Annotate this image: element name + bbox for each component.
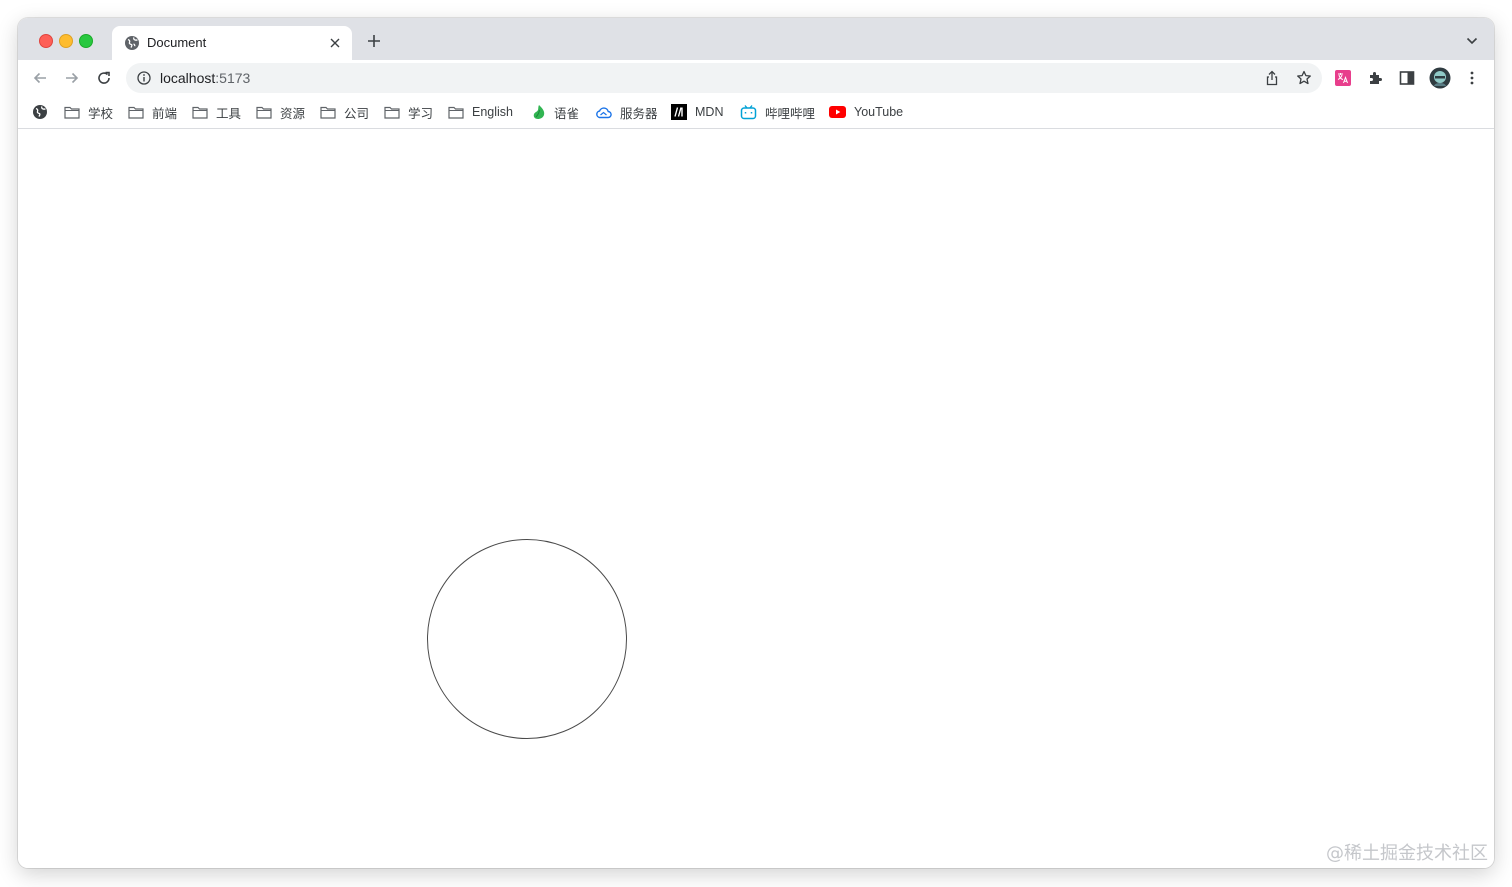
bookmark-folder-resources[interactable]: 资源	[256, 103, 305, 121]
folder-icon	[128, 106, 144, 119]
bookmark-label: 学习	[408, 106, 434, 121]
bookmark-label: MDN	[695, 105, 724, 119]
globe-icon[interactable]	[32, 104, 48, 120]
bookmark-label: 前端	[152, 106, 178, 121]
tab-strip: Document	[18, 18, 1494, 60]
close-window-button[interactable]	[39, 34, 53, 48]
close-tab-icon[interactable]	[326, 34, 344, 52]
bilibili-icon	[740, 105, 757, 120]
side-panel-icon[interactable]	[1398, 69, 1416, 87]
bookmark-label: 语雀	[554, 106, 580, 121]
bookmarks-bar: 学校 前端 工具 资源 公司 学习 English 语雀 服务器 MDN 哔哩哔…	[18, 96, 1494, 129]
circle-shape	[427, 539, 627, 739]
bookmark-label: 服务器	[620, 106, 658, 121]
extensions-puzzle-icon[interactable]	[1366, 69, 1384, 87]
bookmark-label: 公司	[344, 106, 370, 121]
bookmark-folder-study[interactable]: 学习	[384, 103, 433, 121]
bookmark-folder-tools[interactable]: 工具	[192, 103, 241, 121]
url-port: :5173	[215, 70, 251, 86]
tab-title: Document	[147, 35, 207, 50]
bookmark-label: 学校	[88, 106, 114, 121]
folder-icon	[448, 106, 464, 119]
yuque-icon	[533, 105, 545, 119]
bookmark-folder-english[interactable]: English	[448, 103, 513, 121]
globe-icon	[125, 36, 139, 50]
folder-icon	[192, 106, 208, 119]
translate-extension-icon[interactable]	[1334, 69, 1352, 87]
share-icon[interactable]	[1264, 70, 1280, 86]
youtube-icon	[829, 106, 846, 118]
folder-icon	[64, 106, 80, 119]
bookmark-bilibili[interactable]: 哔哩哔哩	[740, 103, 815, 121]
bookmark-youtube[interactable]: YouTube	[829, 103, 903, 121]
bookmark-star-icon[interactable]	[1296, 70, 1312, 86]
bookmark-yuque[interactable]: 语雀	[532, 103, 579, 121]
address-bar[interactable]: localhost:5173	[126, 63, 1322, 93]
more-menu-icon[interactable]	[1463, 69, 1481, 87]
site-info-icon[interactable]	[137, 71, 151, 85]
bookmark-label: 资源	[280, 106, 306, 121]
minimize-window-button[interactable]	[59, 34, 73, 48]
browser-window: Document localhost:5173 学校 前端 工具 资源 公司 学…	[18, 18, 1494, 868]
bookmark-server[interactable]: 服务器	[595, 103, 658, 121]
zoom-window-button[interactable]	[79, 34, 93, 48]
back-arrow-icon[interactable]	[31, 69, 49, 87]
page-content	[18, 129, 1494, 868]
bookmark-folder-company[interactable]: 公司	[320, 103, 369, 121]
url-host: localhost	[160, 70, 216, 86]
forward-arrow-icon[interactable]	[63, 69, 81, 87]
toolbar: localhost:5173	[18, 60, 1494, 96]
bookmark-label: 哔哩哔哩	[765, 106, 816, 121]
folder-icon	[256, 106, 272, 119]
bookmark-label: YouTube	[854, 105, 904, 119]
profile-avatar[interactable]	[1429, 67, 1451, 89]
bookmark-folder-frontend[interactable]: 前端	[128, 103, 177, 121]
bookmark-mdn[interactable]: MDN	[671, 103, 723, 121]
bookmark-folder-school[interactable]: 学校	[64, 103, 113, 121]
chevron-down-icon[interactable]	[1466, 36, 1478, 46]
reload-icon[interactable]	[95, 69, 113, 87]
cloud-icon	[596, 106, 612, 118]
tab-document[interactable]: Document	[112, 26, 352, 60]
folder-icon	[320, 106, 336, 119]
folder-icon	[384, 106, 400, 119]
url-text[interactable]: localhost:5173	[160, 70, 250, 86]
mdn-icon	[671, 104, 687, 120]
watermark-text: @稀土掘金技术社区	[1326, 843, 1488, 864]
bookmark-label: English	[472, 105, 513, 119]
bookmark-label: 工具	[216, 106, 242, 121]
new-tab-icon[interactable]	[365, 32, 383, 50]
